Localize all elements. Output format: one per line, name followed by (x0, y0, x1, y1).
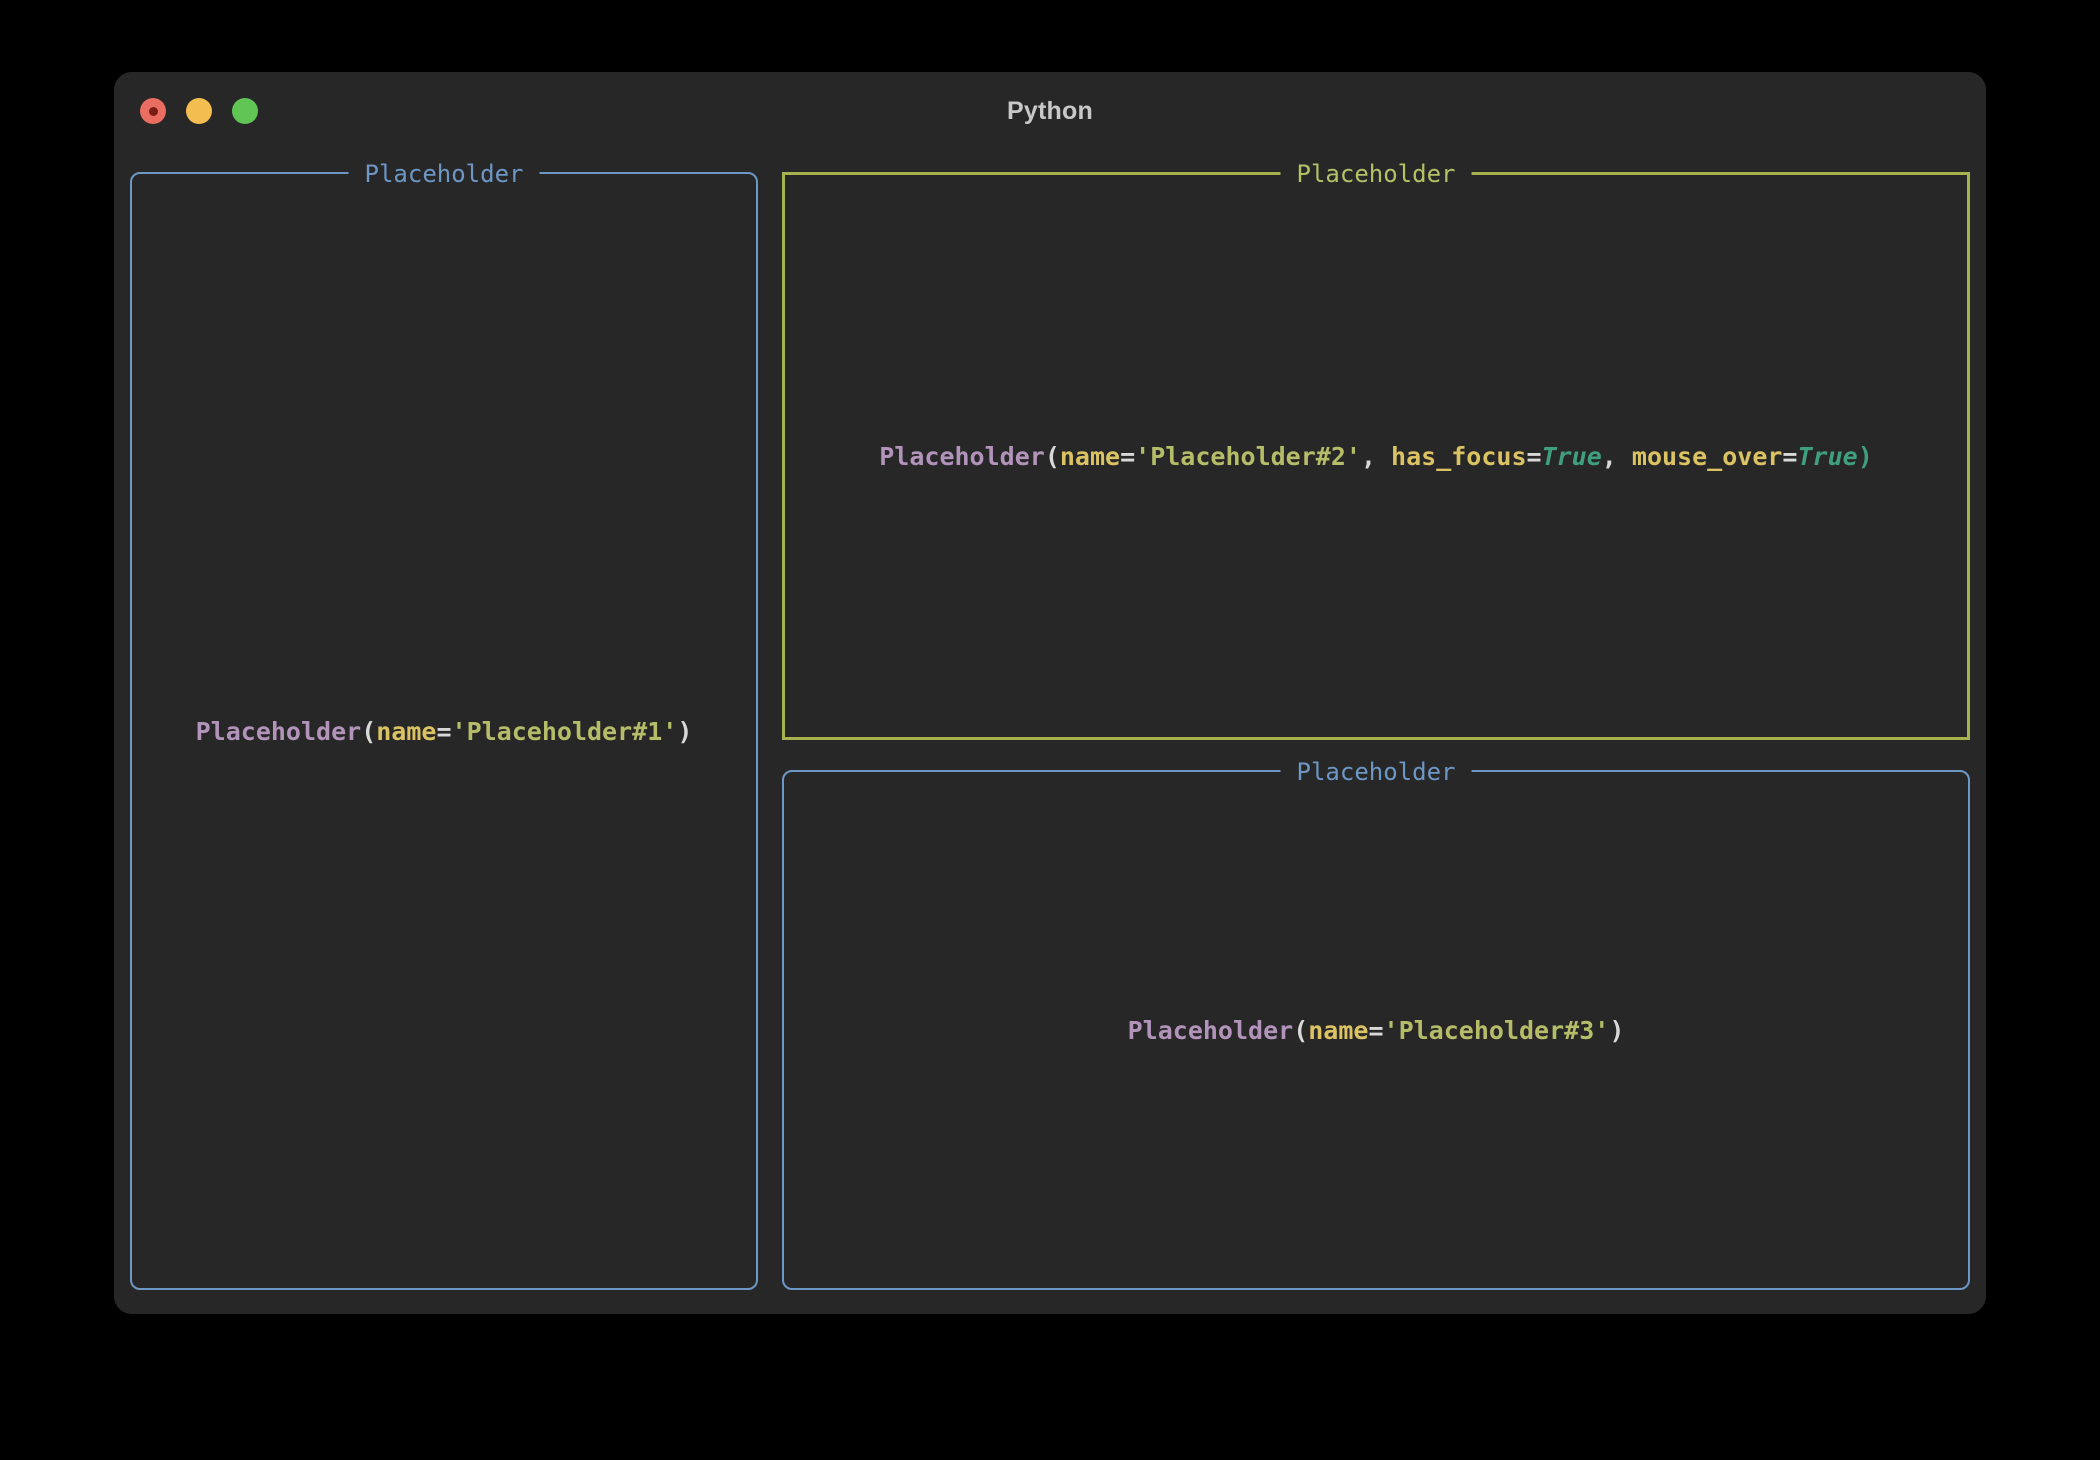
panel-2-arg-0-eq: = (1120, 442, 1135, 471)
panel-1-repr: Placeholder(name='Placeholder#1') (196, 717, 693, 746)
panel-2-arg-2-key: mouse_over (1632, 442, 1783, 471)
panel-2-arg-1-key: has_focus (1391, 442, 1526, 471)
panel-1-open-paren: ( (361, 717, 376, 746)
panel-3-close-paren: ) (1609, 1016, 1624, 1045)
application-window: Python Placeholder Placeholder(name='Pla… (114, 72, 1986, 1314)
panel-3-body: Placeholder(name='Placeholder#3') (784, 772, 1968, 1288)
panel-3-arg-0-value: 'Placeholder#3' (1384, 1016, 1610, 1045)
panel-2-arg-2-value: True (1797, 442, 1857, 471)
placeholder-panel-2[interactable]: Placeholder Placeholder(name='Placeholde… (782, 172, 1970, 740)
panel-2-body: Placeholder(name='Placeholder#2', has_fo… (785, 175, 1967, 737)
panel-1-close-paren: ) (677, 717, 692, 746)
panel-3-class-name: Placeholder (1128, 1016, 1294, 1045)
panel-1-arg-0-key: name (376, 717, 436, 746)
panel-3-arg-0-eq: = (1368, 1016, 1383, 1045)
panel-3-repr: Placeholder(name='Placeholder#3') (1128, 1016, 1625, 1045)
app-content: Placeholder Placeholder(name='Placeholde… (114, 150, 1986, 1314)
panel-2-sep-1: , (1602, 442, 1632, 471)
panel-2-class-name: Placeholder (879, 442, 1045, 471)
panel-1-class-name: Placeholder (196, 717, 362, 746)
placeholder-panel-1[interactable]: Placeholder Placeholder(name='Placeholde… (130, 172, 758, 1290)
panel-2-arg-2-eq: = (1782, 442, 1797, 471)
panel-2-repr: Placeholder(name='Placeholder#2', has_fo… (879, 442, 1873, 471)
panel-2-arg-0-value: 'Placeholder#2' (1135, 442, 1361, 471)
panel-2-arg-1-eq: = (1527, 442, 1542, 471)
panel-2-arg-1-value: True (1542, 442, 1602, 471)
panel-1-arg-0-value: 'Placeholder#1' (452, 717, 678, 746)
panel-3-arg-0-key: name (1308, 1016, 1368, 1045)
placeholder-panel-3[interactable]: Placeholder Placeholder(name='Placeholde… (782, 770, 1970, 1290)
panel-2-open-paren: ( (1045, 442, 1060, 471)
panel-2-arg-0-key: name (1060, 442, 1120, 471)
panel-2-sep-0: , (1361, 442, 1391, 471)
panel-3-open-paren: ( (1293, 1016, 1308, 1045)
window-titlebar[interactable]: Python (114, 72, 1986, 150)
panel-2-close-paren: ) (1858, 442, 1873, 471)
panel-1-body: Placeholder(name='Placeholder#1') (132, 174, 756, 1288)
panel-1-arg-0-eq: = (436, 717, 451, 746)
window-title: Python (114, 72, 1986, 150)
